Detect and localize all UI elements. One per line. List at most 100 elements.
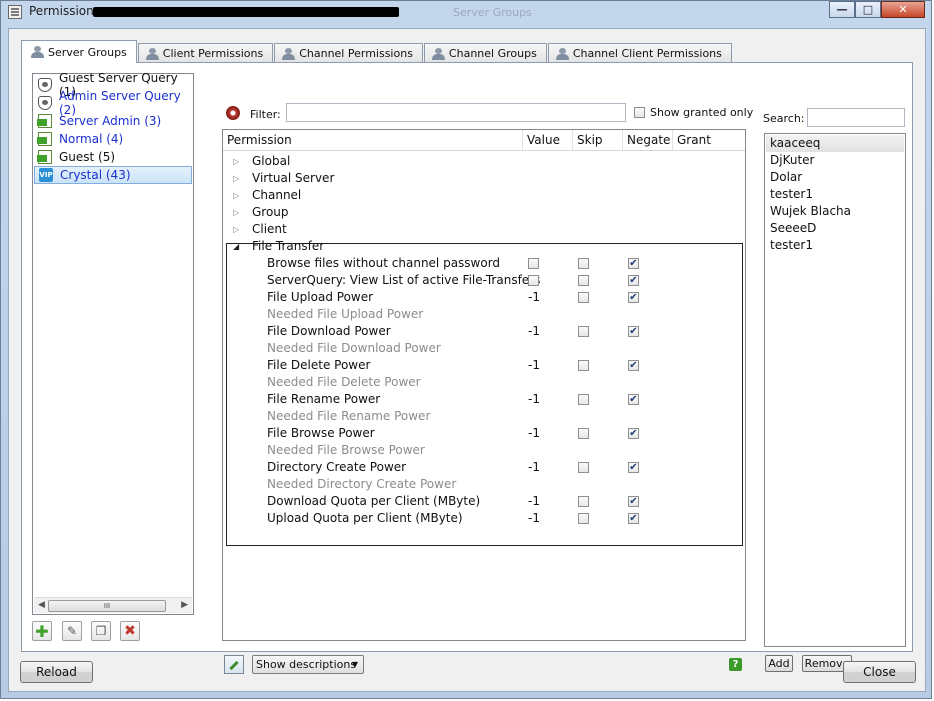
- group-item[interactable]: Guest (5): [34, 148, 192, 166]
- permission-row[interactable]: File Rename Power -1 ✔: [223, 391, 745, 408]
- permission-row[interactable]: Browse files without channel password ✔: [223, 255, 745, 272]
- tab-channel-client-permissions[interactable]: Channel Client Permissions: [547, 43, 732, 63]
- needed-permission-row[interactable]: Needed File Browse Power: [223, 442, 745, 459]
- scroll-right-icon[interactable]: ▶: [181, 600, 188, 610]
- filter-input[interactable]: [286, 103, 626, 122]
- category-global[interactable]: ▷ Global: [233, 153, 290, 170]
- member-item[interactable]: DjKuter: [766, 152, 904, 169]
- negate-checkbox[interactable]: ✔: [628, 496, 639, 507]
- add-group-button[interactable]: ✚: [32, 621, 52, 641]
- tab-client-permissions[interactable]: Client Permissions: [137, 43, 274, 63]
- show-descriptions-dropdown[interactable]: Show descriptions ▼: [252, 655, 364, 674]
- add-member-button[interactable]: Add: [765, 655, 793, 672]
- permission-row[interactable]: Upload Quota per Client (MByte) -1 ✔: [223, 510, 745, 527]
- skip-checkbox[interactable]: [578, 428, 589, 439]
- negate-checkbox[interactable]: ✔: [628, 513, 639, 524]
- negate-checkbox[interactable]: ✔: [628, 462, 639, 473]
- permission-value[interactable]: -1: [528, 323, 540, 340]
- expand-arrow-icon[interactable]: ▷: [233, 170, 243, 187]
- column-value[interactable]: Value: [523, 130, 573, 150]
- permission-row[interactable]: File Browse Power -1 ✔: [223, 425, 745, 442]
- negate-checkbox[interactable]: ✔: [628, 326, 639, 337]
- permission-value[interactable]: -1: [528, 357, 540, 374]
- negate-checkbox[interactable]: ✔: [628, 258, 639, 269]
- permission-value[interactable]: -1: [528, 493, 540, 510]
- maximize-button[interactable]: □: [855, 1, 881, 18]
- show-granted-checkbox[interactable]: [634, 107, 645, 118]
- permission-value[interactable]: -1: [528, 425, 540, 442]
- negate-checkbox[interactable]: ✔: [628, 292, 639, 303]
- category-channel[interactable]: ▷ Channel: [233, 187, 301, 204]
- group-list-scrollbar[interactable]: ◀ III ▶: [34, 597, 192, 613]
- server-group-list[interactable]: Guest Server Query (1) Admin Server Quer…: [32, 71, 194, 615]
- skip-checkbox[interactable]: [578, 394, 589, 405]
- skip-checkbox[interactable]: [578, 462, 589, 473]
- needed-permission-row[interactable]: Needed File Rename Power: [223, 408, 745, 425]
- skip-checkbox[interactable]: [578, 258, 589, 269]
- member-item[interactable]: Dolar: [766, 169, 904, 186]
- skip-checkbox[interactable]: [578, 496, 589, 507]
- search-input[interactable]: [807, 108, 905, 127]
- negate-checkbox[interactable]: ✔: [628, 275, 639, 286]
- permission-row[interactable]: ServerQuery: View List of active File-Tr…: [223, 272, 745, 289]
- category-file-transfer[interactable]: ◢ File Transfer: [233, 238, 324, 255]
- permission-value[interactable]: -1: [528, 289, 540, 306]
- value-checkbox[interactable]: [528, 258, 539, 269]
- member-item[interactable]: kaaceeq: [766, 135, 904, 152]
- permission-value[interactable]: -1: [528, 391, 540, 408]
- permission-row[interactable]: File Upload Power -1 ✔: [223, 289, 745, 306]
- column-negate[interactable]: Negate: [623, 130, 673, 150]
- expand-arrow-icon[interactable]: ▷: [233, 153, 243, 170]
- title-bar[interactable]: Permissions - Server Groups — □ ✕: [1, 1, 931, 23]
- category-virtual-server[interactable]: ▷ Virtual Server: [233, 170, 334, 187]
- column-permission[interactable]: Permission: [223, 130, 523, 150]
- help-icon[interactable]: ?: [729, 658, 742, 671]
- group-item-selected[interactable]: VIP Crystal (43): [34, 166, 192, 184]
- permission-row[interactable]: File Delete Power -1 ✔: [223, 357, 745, 374]
- negate-checkbox[interactable]: ✔: [628, 394, 639, 405]
- permission-row[interactable]: Download Quota per Client (MByte) -1 ✔: [223, 493, 745, 510]
- member-item[interactable]: tester1: [766, 237, 904, 254]
- negate-checkbox[interactable]: ✔: [628, 360, 639, 371]
- expand-arrow-icon[interactable]: ▷: [233, 187, 243, 204]
- needed-permission-row[interactable]: Needed File Delete Power: [223, 374, 745, 391]
- skip-checkbox[interactable]: [578, 275, 589, 286]
- category-group[interactable]: ▷ Group: [233, 204, 289, 221]
- close-button[interactable]: Close: [843, 661, 916, 683]
- skip-checkbox[interactable]: [578, 360, 589, 371]
- skip-checkbox[interactable]: [578, 513, 589, 524]
- tab-server-groups[interactable]: Server Groups: [21, 40, 137, 63]
- group-item[interactable]: Normal (4): [34, 130, 192, 148]
- member-item[interactable]: SeeeeD: [766, 220, 904, 237]
- expand-arrow-icon[interactable]: ▷: [233, 204, 243, 221]
- skip-checkbox[interactable]: [578, 326, 589, 337]
- filter-icon[interactable]: [226, 106, 240, 120]
- needed-permission-row[interactable]: Needed File Download Power: [223, 340, 745, 357]
- value-checkbox[interactable]: [528, 275, 539, 286]
- tab-channel-permissions[interactable]: Channel Permissions: [274, 43, 423, 63]
- permission-row[interactable]: Directory Create Power -1 ✔: [223, 459, 745, 476]
- permission-value[interactable]: -1: [528, 510, 540, 527]
- group-item[interactable]: Server Admin (3): [34, 112, 192, 130]
- permission-value[interactable]: -1: [528, 459, 540, 476]
- show-granted-only[interactable]: Show granted only: [634, 106, 753, 119]
- permissions-tree[interactable]: Permission Value Skip Negate Grant ▷ Glob…: [222, 129, 746, 641]
- group-item[interactable]: Admin Server Query (2): [34, 89, 192, 117]
- close-window-button[interactable]: ✕: [881, 1, 925, 18]
- permission-row[interactable]: File Download Power -1 ✔: [223, 323, 745, 340]
- reload-button[interactable]: Reload: [20, 661, 93, 683]
- collapse-arrow-icon[interactable]: ◢: [233, 238, 243, 255]
- delete-group-button[interactable]: ✖: [120, 621, 140, 641]
- negate-checkbox[interactable]: ✔: [628, 428, 639, 439]
- category-client[interactable]: ▷ Client: [233, 221, 287, 238]
- member-item[interactable]: Wujek Blacha: [766, 203, 904, 220]
- skip-checkbox[interactable]: [578, 292, 589, 303]
- minimize-button[interactable]: —: [829, 1, 855, 18]
- member-item[interactable]: tester1: [766, 186, 904, 203]
- column-grant[interactable]: Grant: [673, 130, 745, 150]
- copy-group-button[interactable]: ❐: [91, 621, 111, 641]
- group-member-list[interactable]: kaaceeq DjKuter Dolar tester1 Wujek Blacha Se…: [764, 133, 906, 647]
- edit-permissions-icon[interactable]: [224, 655, 244, 674]
- column-skip[interactable]: Skip: [573, 130, 623, 150]
- scroll-left-icon[interactable]: ◀: [38, 600, 45, 610]
